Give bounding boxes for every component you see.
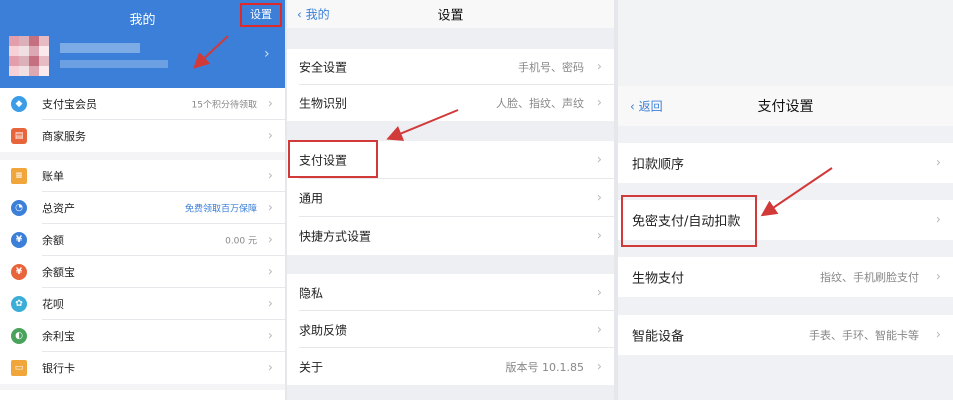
list-item-member[interactable]: ◆ 支付宝会员 15个积分待领取 › <box>0 88 285 120</box>
chevron-right-icon: › <box>267 328 273 344</box>
payment-item-label: 扣款顺序 <box>632 157 685 173</box>
payment-item-label: 智能设备 <box>632 329 685 345</box>
list-item-label: 余额 <box>42 234 64 247</box>
chevron-right-icon: › <box>596 190 602 206</box>
chevron-right-icon: › <box>267 168 273 184</box>
yulibao-icon: ◐ <box>11 328 27 344</box>
payment-item-label: 生物支付 <box>632 271 685 287</box>
chevron-right-icon: › <box>264 46 270 62</box>
settings-button[interactable]: 设置 <box>240 3 282 27</box>
list-item-bank-card[interactable]: ▭ 银行卡 › <box>0 352 285 384</box>
bank-card-icon: ▭ <box>11 360 27 376</box>
member-icon: ◆ <box>11 96 27 112</box>
settings-item-privacy[interactable]: 隐私 › <box>287 274 614 311</box>
highlight-box <box>621 195 757 247</box>
chevron-right-icon: › <box>935 212 941 228</box>
list-item-label: 银行卡 <box>42 362 75 375</box>
settings-item-value: 人脸、指纹、声纹 <box>496 97 584 110</box>
list-item-balance[interactable]: ¥ 余额 0.00 元 › <box>0 224 285 256</box>
list-item-label: 花呗 <box>42 298 64 311</box>
chevron-right-icon: › <box>267 232 273 248</box>
avatar[interactable] <box>9 36 49 76</box>
list-item-label: 余利宝 <box>42 330 75 343</box>
huabei-icon: ✿ <box>11 296 27 312</box>
list-item-label: 余额宝 <box>42 266 75 279</box>
blank-area <box>618 0 953 86</box>
settings-item-value: 手机号、密码 <box>518 61 584 74</box>
page-title: 支付设置 <box>757 99 814 115</box>
nav-bar: ‹ 我的 设置 <box>287 0 614 28</box>
chevron-right-icon: › <box>596 228 602 244</box>
list-item-label: 商家服务 <box>42 130 86 143</box>
chevron-right-icon: › <box>267 128 273 144</box>
chevron-right-icon: › <box>935 327 941 343</box>
payment-item-value: 指纹、手机刷脸支付 <box>820 271 919 284</box>
settings-item-label: 安全设置 <box>299 60 348 75</box>
blurred-account <box>60 60 168 68</box>
list-item-label: 支付宝会员 <box>42 98 97 111</box>
settings-item-label: 生物识别 <box>299 96 348 111</box>
chevron-right-icon: › <box>267 296 273 312</box>
chevron-right-icon: › <box>596 59 602 75</box>
settings-item-general[interactable]: 通用 › <box>287 179 614 217</box>
chevron-right-icon: › <box>596 322 602 337</box>
chevron-right-icon: › <box>267 360 273 376</box>
settings-item-label: 隐私 <box>299 286 324 300</box>
chevron-right-icon: › <box>596 285 602 300</box>
list-item-value: 15个积分待领取 <box>191 100 257 111</box>
settings-item-label: 求助反馈 <box>299 323 348 337</box>
settings-item-label: 快捷方式设置 <box>299 229 372 244</box>
payment-item-deduction-order[interactable]: 扣款顺序 › <box>618 143 953 183</box>
list-item-partial <box>0 390 285 400</box>
settings-item-shortcuts[interactable]: 快捷方式设置 › <box>287 217 614 255</box>
highlight-box <box>288 140 378 178</box>
chevron-right-icon: › <box>596 95 602 111</box>
list-item-value: 免费领取百万保障 <box>184 204 257 215</box>
list-item-huabei[interactable]: ✿ 花呗 › <box>0 288 285 320</box>
chevron-right-icon: › <box>267 96 273 112</box>
list-item-bill[interactable]: ≡ 账单 › <box>0 160 285 192</box>
blurred-username <box>60 43 140 53</box>
nav-bar: ‹ 返回 支付设置 <box>618 86 953 126</box>
list-item-assets[interactable]: ◔ 总资产 免费领取百万保障 › <box>0 192 285 224</box>
page-title: 设置 <box>437 8 464 24</box>
list-item-merchant[interactable]: ▤ 商家服务 › <box>0 120 285 152</box>
assets-icon: ◔ <box>11 200 27 216</box>
settings-item-label: 关于 <box>299 360 324 374</box>
settings-panel: ‹ 我的 设置 安全设置 手机号、密码 › 生物识别 人脸、指纹、声纹 › 支付… <box>287 0 614 400</box>
list-item-yulibao[interactable]: ◐ 余利宝 › <box>0 320 285 352</box>
payment-item-value: 手表、手环、智能卡等 <box>809 329 919 342</box>
settings-item-biometric[interactable]: 生物识别 人脸、指纹、声纹 › <box>287 85 614 121</box>
settings-item-value: 版本号 10.1.85 <box>505 360 584 374</box>
chevron-right-icon: › <box>935 269 941 285</box>
list-item-value: 0.00 元 <box>225 236 257 247</box>
merchant-icon: ▤ <box>11 128 27 144</box>
yuebao-icon: ¥ <box>11 264 27 280</box>
chevron-right-icon: › <box>935 155 941 171</box>
my-page-panel: 我的 设置 › ◆ 支付宝会员 15个积分待领取 › ▤ 商家服务 › ≡ 账单… <box>0 0 285 400</box>
balance-icon: ¥ <box>11 232 27 248</box>
profile-header[interactable]: 我的 设置 › <box>0 0 285 88</box>
settings-item-label: 通用 <box>299 191 324 206</box>
chevron-right-icon: › <box>596 152 602 168</box>
bill-icon: ≡ <box>11 168 27 184</box>
settings-item-about[interactable]: 关于 版本号 10.1.85 › <box>287 348 614 385</box>
list-item-label: 总资产 <box>42 202 75 215</box>
payment-item-biometric[interactable]: 生物支付 指纹、手机刷脸支付 › <box>618 257 953 297</box>
chevron-right-icon: › <box>596 359 602 374</box>
list-item-label: 账单 <box>42 170 64 183</box>
settings-item-feedback[interactable]: 求助反馈 › <box>287 311 614 348</box>
chevron-right-icon: › <box>267 200 273 216</box>
chevron-right-icon: › <box>267 264 273 280</box>
settings-item-security[interactable]: 安全设置 手机号、密码 › <box>287 49 614 85</box>
payment-settings-panel: ‹ 返回 支付设置 扣款顺序 › 免密支付/自动扣款 › 生物支付 指纹、手机刷… <box>618 0 953 400</box>
payment-item-smart-devices[interactable]: 智能设备 手表、手环、智能卡等 › <box>618 315 953 355</box>
list-item-yuebao[interactable]: ¥ 余额宝 › <box>0 256 285 288</box>
